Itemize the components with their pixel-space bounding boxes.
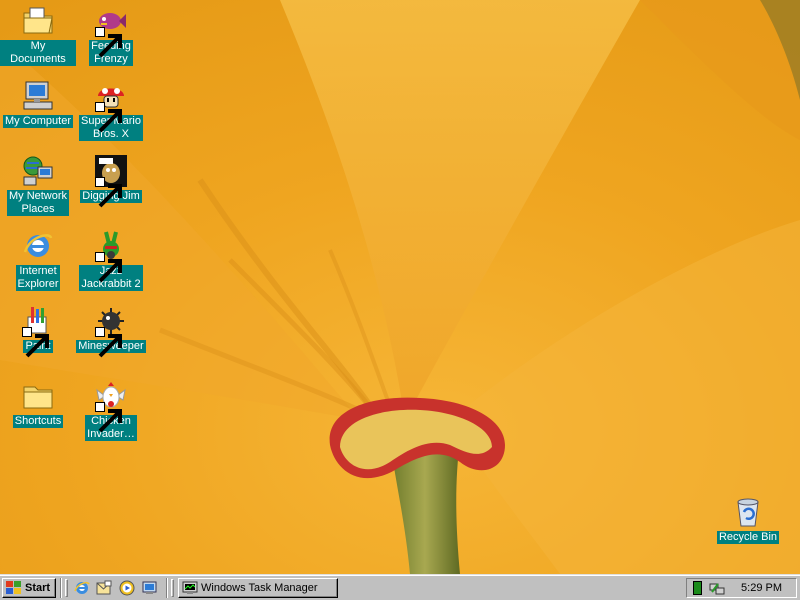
desktop-icon-label: Shortcuts	[12, 415, 64, 428]
desktop-icon-recycle-bin[interactable]: Recycle Bin	[710, 496, 786, 544]
task-area-grip[interactable]	[171, 579, 174, 597]
my-documents-icon	[22, 5, 54, 37]
my-computer-icon	[22, 80, 54, 112]
mushroom-icon	[95, 80, 127, 133]
desktop-icon-label: My Documents	[0, 40, 76, 66]
task-button-label: Windows Task Manager	[201, 582, 318, 594]
digging-jim-icon	[95, 155, 127, 208]
desktop-icon-paint[interactable]: Paint	[0, 305, 76, 358]
folder-icon	[22, 380, 54, 412]
shortcut-arrow-icon	[95, 27, 122, 58]
windows-logo-icon	[6, 581, 21, 594]
desktop-icon-jazz-jackrabbit-2[interactable]: Jazz Jackrabbit 2	[73, 230, 149, 291]
desktop-icon-super-mario-bros-x[interactable]: Super Mario Bros. X	[73, 80, 149, 141]
desktop-icon-chicken-invaders[interactable]: Chicken Invader…	[73, 380, 149, 441]
shortcut-arrow-icon	[95, 327, 122, 358]
desktop-icon-minesweeper[interactable]: Minesweeper	[73, 305, 149, 358]
start-button[interactable]: Start	[2, 578, 56, 598]
desktop-icon-my-documents[interactable]: My Documents	[0, 5, 76, 66]
shortcut-arrow-icon	[95, 402, 122, 433]
taskbar-clock[interactable]: 5:29 PM	[741, 582, 782, 594]
shortcut-arrow-icon	[95, 102, 122, 133]
desktop-icon-internet-explorer[interactable]: Internet Explorer	[0, 230, 76, 291]
mine-icon	[95, 305, 127, 358]
start-label: Start	[25, 582, 51, 594]
shortcut-arrow-icon	[95, 252, 122, 283]
desktop-icon-shortcuts[interactable]: Shortcuts	[0, 380, 76, 428]
rabbit-icon	[95, 230, 127, 283]
paint-icon	[22, 305, 54, 358]
desktop-icon-label: My Network Places	[6, 190, 70, 216]
media-player-icon[interactable]	[119, 580, 135, 596]
taskbar-divider	[166, 578, 168, 598]
desktop-icon-digging-jim[interactable]: Digging Jim	[73, 155, 149, 208]
taskbar: Start Windows Task Manager 5:29 PM	[0, 574, 800, 600]
desktop-icon-my-computer[interactable]: My Computer	[0, 80, 76, 128]
task-manager-tray-icon[interactable]	[690, 580, 706, 596]
internet-explorer-icon[interactable]	[74, 580, 90, 596]
show-desktop-icon[interactable]	[142, 580, 158, 596]
network-places-icon	[22, 155, 54, 187]
desktop-icon-my-network-places[interactable]: My Network Places	[0, 155, 76, 216]
taskbar-divider	[60, 578, 62, 598]
task-manager-icon	[182, 581, 198, 594]
recycle-bin-icon	[732, 496, 764, 528]
chicken-icon	[95, 380, 127, 433]
fish-icon	[95, 5, 127, 58]
quick-launch-grip[interactable]	[65, 579, 68, 597]
network-tray-icon[interactable]	[709, 580, 725, 596]
outlook-express-icon[interactable]	[96, 580, 112, 596]
shortcut-arrow-icon	[22, 327, 49, 358]
system-tray: 5:29 PM	[686, 578, 797, 598]
desktop-icon-label: Recycle Bin	[716, 531, 780, 544]
shortcut-arrow-icon	[95, 177, 122, 208]
desktop-icon-label: Internet Explorer	[15, 265, 61, 291]
task-button-windows-task-manager[interactable]: Windows Task Manager	[178, 578, 338, 598]
desktop-icon-label: My Computer	[2, 115, 74, 128]
desktop-icon-feeding-frenzy[interactable]: Feeding Frenzy	[73, 5, 149, 66]
internet-explorer-icon	[22, 230, 54, 262]
